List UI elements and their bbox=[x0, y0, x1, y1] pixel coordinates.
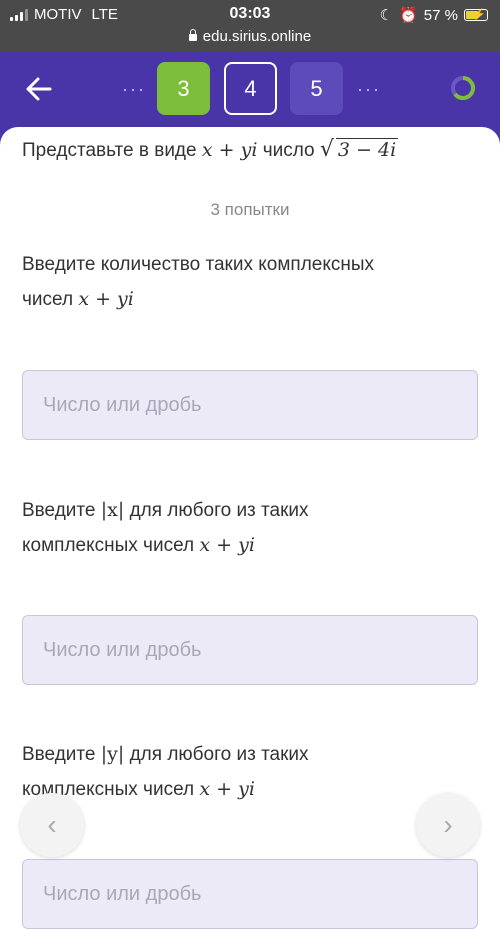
question-1-math: x + yi bbox=[78, 288, 134, 310]
chevron-left-icon: ‹ bbox=[47, 809, 57, 840]
question-3-post: для любого из таких bbox=[129, 744, 309, 765]
url-text: edu.sirius.online bbox=[202, 28, 312, 45]
address-bar[interactable]: edu.sirius.online bbox=[0, 28, 500, 45]
sqrt-icon: √ bbox=[319, 137, 334, 162]
task-tile-5[interactable]: 5 bbox=[290, 62, 343, 115]
question-2-line2: комплексных чисел x + yi bbox=[22, 528, 462, 563]
question-3-line2: комплексных чисел x + yi bbox=[22, 772, 462, 807]
battery-percent: 57 % bbox=[423, 6, 458, 24]
question-2-post: для любого из таких bbox=[129, 500, 309, 521]
prev-task-button[interactable]: ‹ bbox=[20, 793, 84, 857]
question-2-math: x + yi bbox=[199, 534, 255, 556]
question-3-line1: Введите |y| для любого из таких bbox=[22, 737, 462, 772]
status-bar: MOTIV LTE 03:03 ☾ ⏰ 57 % ⚡ edu.sirius.on… bbox=[0, 0, 500, 52]
answer-field-abs-x[interactable]: Число или дробь bbox=[22, 615, 478, 685]
moon-icon: ☾ bbox=[379, 7, 394, 24]
alarm-icon: ⏰ bbox=[399, 7, 418, 24]
problem-word: число bbox=[262, 140, 315, 161]
question-2-line1: Введите |x| для любого из таких bbox=[22, 493, 462, 528]
answer-field-abs-y[interactable]: Число или дробь bbox=[22, 859, 478, 929]
question-1-label: Введите количество таких комплексных чис… bbox=[22, 248, 462, 317]
question-2-abs: |x| bbox=[100, 499, 125, 521]
problem-statement: Представьте в виде x + yi число √ 3 − 4i bbox=[22, 137, 399, 162]
battery-icon: ⚡ bbox=[464, 9, 488, 21]
question-3-math: x + yi bbox=[199, 778, 255, 800]
lock-icon bbox=[188, 28, 197, 41]
problem-expression: x + yi bbox=[201, 139, 258, 161]
answer-field-count[interactable]: Число или дробь bbox=[22, 370, 478, 440]
more-tasks-left[interactable]: ··· bbox=[122, 79, 146, 100]
question-2-pre: Введите bbox=[22, 500, 96, 521]
task-tile-4[interactable]: 4 bbox=[224, 62, 277, 115]
chevron-right-icon: › bbox=[443, 809, 453, 840]
problem-radicand: 3 − 4i bbox=[335, 138, 399, 161]
back-arrow-icon[interactable] bbox=[24, 76, 54, 102]
status-right: ☾ ⏰ 57 % ⚡ bbox=[380, 6, 488, 24]
question-3-pre: Введите bbox=[22, 744, 96, 765]
question-3-abs: |y| bbox=[100, 743, 125, 765]
question-1-text: чисел bbox=[22, 289, 74, 310]
task-tile-3[interactable]: 3 bbox=[157, 62, 210, 115]
problem-prefix: Представьте в виде bbox=[22, 140, 197, 161]
next-task-button[interactable]: › bbox=[416, 793, 480, 857]
question-1-line2: чисел x + yi bbox=[22, 282, 462, 317]
question-2-text: комплексных чисел bbox=[22, 535, 195, 556]
more-tasks-right[interactable]: ··· bbox=[357, 79, 381, 100]
attempts-count: 3 попытки bbox=[210, 200, 290, 219]
progress-ring-icon[interactable] bbox=[450, 75, 476, 101]
task-card: Представьте в виде x + yi число √ 3 − 4i … bbox=[0, 127, 500, 929]
question-2-label: Введите |x| для любого из таких комплекс… bbox=[22, 493, 462, 563]
question-1-line1: Введите количество таких комплексных bbox=[22, 254, 375, 275]
question-3-label: Введите |y| для любого из таких комплекс… bbox=[22, 737, 462, 807]
